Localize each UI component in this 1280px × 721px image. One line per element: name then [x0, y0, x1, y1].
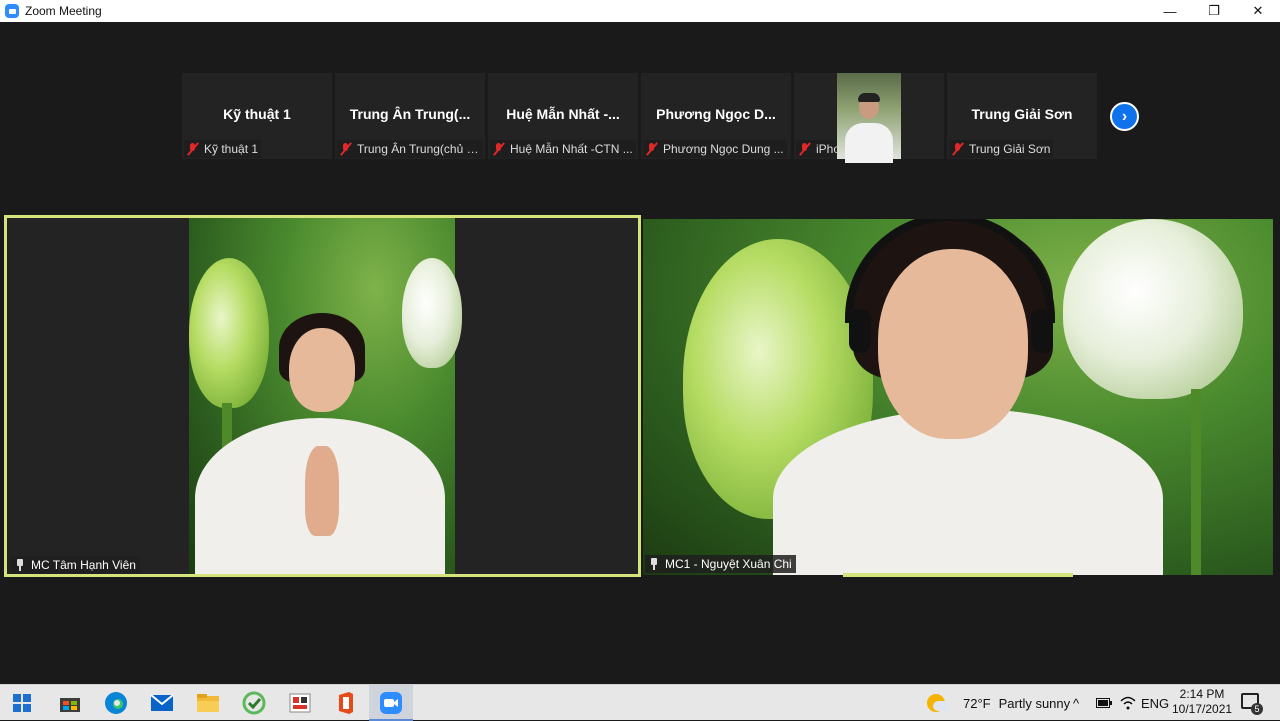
participant-display-name: Kỹ thuật 1	[223, 106, 291, 122]
edge-browser-icon[interactable]	[103, 690, 129, 716]
file-explorer-icon[interactable]	[195, 690, 221, 716]
minimize-button[interactable]: —	[1148, 0, 1192, 22]
participant-display-name: Huệ Mẫn Nhất -...	[506, 106, 620, 122]
participant-display-name: Trung Ân Trung(...	[349, 106, 471, 122]
participant-display-name: Trung Giải Sơn	[971, 106, 1073, 122]
headset-earcup	[1031, 309, 1053, 353]
participant-label-text: Kỹ thuật 1	[204, 142, 259, 156]
zoom-taskbar-icon[interactable]	[378, 690, 404, 716]
tray-chevron[interactable]: ^	[1073, 685, 1079, 721]
clock-time: 2:14 PM	[1179, 687, 1225, 701]
mic-muted-icon	[339, 142, 353, 156]
mic-muted-icon	[645, 142, 659, 156]
participant-label-text: Huệ Mẫn Nhất -CTN ...	[510, 142, 633, 156]
participant-name-tag: MC1 - Nguyệt Xuân Chi	[645, 555, 796, 573]
participant-label: Kỹ thuật 1	[184, 140, 262, 158]
pin-icon	[14, 559, 26, 571]
clock-date: 10/17/2021	[1172, 702, 1233, 716]
mail-icon[interactable]	[149, 690, 175, 716]
title-bar: Zoom Meeting — ❐ ✕	[0, 0, 1280, 22]
weather-temperature: 72°F	[963, 695, 991, 711]
participant-tile[interactable]: Kỹ thuật 1 Kỹ thuật 1	[182, 73, 332, 159]
window-controls: — ❐ ✕	[1148, 0, 1280, 22]
face	[289, 328, 355, 412]
participant-tile[interactable]: Huệ Mẫn Nhất -... Huệ Mẫn Nhất -CTN ...	[488, 73, 638, 159]
weather-description: Partly sunny	[998, 695, 1071, 711]
lotus-bud	[189, 258, 269, 408]
weather-widget[interactable]: 72°F Partly sunny	[927, 685, 1070, 721]
check-app-icon[interactable]	[241, 690, 267, 716]
mic-muted-icon	[492, 142, 506, 156]
video-pane-right[interactable]: MC1 - Nguyệt Xuân Chi	[643, 219, 1273, 575]
participant-tile[interactable]: Trung Ân Trung(... Trung Ân Trung(chủ s.…	[335, 73, 485, 159]
battery-icon[interactable]	[1096, 685, 1112, 721]
mic-muted-icon	[951, 142, 965, 156]
participant-label-text: Phương Ngọc Dung ...	[663, 142, 784, 156]
participant-label-text: Trung Ân Trung(chủ s...	[357, 142, 480, 156]
snipping-tool-icon[interactable]	[287, 690, 313, 716]
close-button[interactable]: ✕	[1236, 0, 1280, 22]
headset-earcup	[849, 309, 871, 353]
lotus-stem	[1191, 389, 1201, 575]
language-indicator[interactable]: ENG	[1141, 685, 1169, 721]
mic-muted-icon	[186, 142, 200, 156]
active-speaker-indicator	[843, 573, 1073, 577]
restore-button[interactable]: ❐	[1192, 0, 1236, 22]
windows-logo-icon	[13, 694, 31, 712]
wifi-icon[interactable]	[1120, 685, 1136, 721]
zoom-app-icon	[5, 4, 19, 18]
participant-tile[interactable]: Phương Ngọc D... Phương Ngọc Dung ...	[641, 73, 791, 159]
video-person-body	[845, 123, 893, 163]
video-pane-left[interactable]: MC Tâm Hạnh Viên	[4, 215, 641, 577]
hands	[305, 446, 339, 536]
participant-strip: Kỹ thuật 1 Kỹ thuật 1 Trung Ân Trung(...…	[182, 73, 1100, 159]
video-person-hair	[858, 93, 880, 102]
store-icon[interactable]	[57, 690, 83, 716]
participant-tile[interactable]: Trung Giải Sơn Trung Giải Sơn	[947, 73, 1097, 159]
participant-label: Trung Ân Trung(chủ s...	[337, 140, 483, 158]
participant-label-text: Trung Giải Sơn	[969, 142, 1051, 156]
participant-display-name: Phương Ngọc D...	[656, 106, 776, 122]
participant-video-thumbnail	[837, 73, 901, 163]
lotus-bud	[1063, 219, 1243, 399]
start-button[interactable]	[9, 690, 35, 716]
windows-taskbar: 72°F Partly sunny ^ ENG 2:14 PM 10/17/20…	[0, 684, 1280, 721]
next-page-button[interactable]: ›	[1110, 102, 1139, 131]
participant-name: MC Tâm Hạnh Viên	[31, 558, 136, 572]
participant-name-tag: MC Tâm Hạnh Viên	[11, 556, 140, 574]
window-title: Zoom Meeting	[25, 4, 102, 18]
participant-label: Huệ Mẫn Nhất -CTN ...	[490, 140, 636, 158]
pin-icon	[648, 558, 660, 570]
participant-label: Trung Giải Sơn	[949, 140, 1054, 158]
mic-muted-icon	[798, 142, 812, 156]
partly-sunny-icon	[927, 694, 949, 712]
taskbar-clock[interactable]: 2:14 PM 10/17/2021	[1172, 687, 1232, 717]
notification-count-badge: 5	[1251, 703, 1263, 715]
participant-name: MC1 - Nguyệt Xuân Chi	[665, 557, 792, 571]
lotus-bud	[402, 258, 462, 368]
office-icon[interactable]	[333, 690, 359, 716]
participant-label: Phương Ngọc Dung ...	[643, 140, 787, 158]
